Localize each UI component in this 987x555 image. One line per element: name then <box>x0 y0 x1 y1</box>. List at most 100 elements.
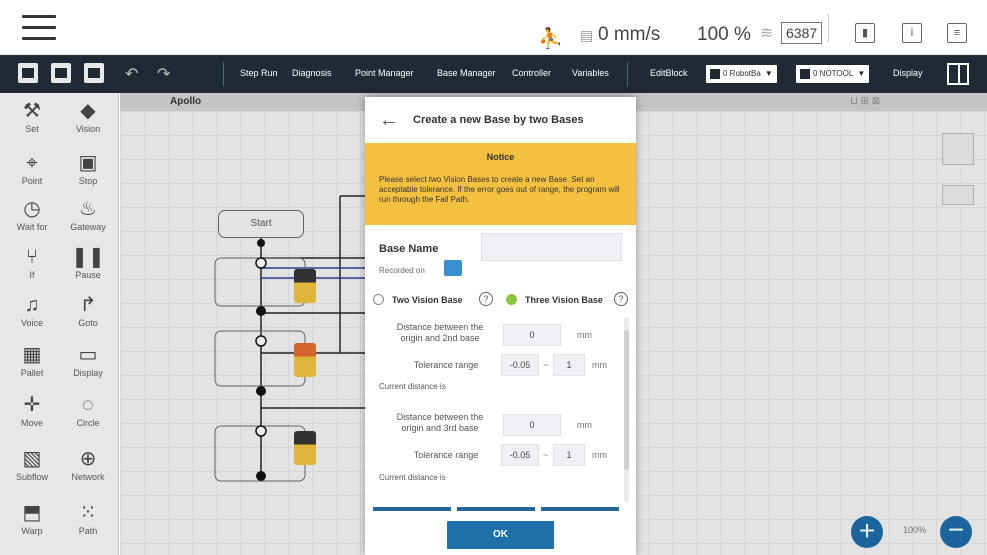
warp-icon: ⬒ <box>22 502 42 524</box>
tolerance-3rd-label: Tolerance range <box>413 450 479 460</box>
new-file-icon[interactable] <box>18 63 38 83</box>
palette-wait-for[interactable]: ◷ Wait for <box>4 197 60 243</box>
tool-select[interactable]: 0 NOTOOL ▼ <box>796 65 870 83</box>
dialog-header: ← Create a new Base by two Bases <box>365 97 636 143</box>
palette-point[interactable]: ⌖ Point <box>4 151 60 197</box>
tab-strip[interactable] <box>541 507 619 511</box>
robot-base-select[interactable]: 0 RobotBa ▼ <box>706 65 777 83</box>
point-icon: ⌖ <box>26 152 38 174</box>
palette-move[interactable]: ✛ Move <box>4 393 60 439</box>
base-name-label: Base Name <box>379 243 439 255</box>
dropdown-arrow-icon: ▼ <box>764 69 773 78</box>
dropdown-arrow-icon: ▼ <box>857 69 866 78</box>
palette-pallet[interactable]: ▦ Pallet <box>4 343 60 389</box>
base-name-input[interactable] <box>481 233 622 261</box>
range-separator: ~ <box>543 450 549 460</box>
open-file-icon[interactable] <box>51 63 71 83</box>
palette-path[interactable]: ⁙ Path <box>60 501 116 547</box>
palette-warp[interactable]: ⬒ Warp <box>4 501 60 547</box>
controller-button[interactable]: Controller <box>512 68 551 78</box>
tolerance-2nd-min-input[interactable]: -0.05 <box>501 354 539 376</box>
tolerance-2nd-label: Tolerance range <box>413 360 479 370</box>
undo-icon[interactable]: ↶ <box>125 64 138 84</box>
tolerance-3rd-unit: mm <box>592 450 607 460</box>
hamburger-menu-icon[interactable] <box>22 15 56 41</box>
distance-2nd-base-input[interactable]: 0 <box>503 324 561 346</box>
speed-percent-readout: 100 % <box>697 24 751 45</box>
pallet-icon: ▦ <box>22 344 42 366</box>
two-vision-base-label[interactable]: Two Vision Base <box>392 295 463 305</box>
back-arrow-icon[interactable]: ← <box>379 109 399 132</box>
toolbar-divider <box>223 62 224 86</box>
step-run-button[interactable]: Step Run <box>240 68 278 78</box>
point-manager-button[interactable]: Point Manager <box>355 68 414 78</box>
palette-set[interactable]: ⚒ Set <box>4 99 60 145</box>
top-status-bar: ⛹ ▤ 0 mm/s 100 % ≋ 6387 ▮ i ≡ <box>0 0 987 55</box>
tolerance-3rd-max-input[interactable]: 1 <box>553 444 585 466</box>
info-icon[interactable]: i <box>902 23 922 43</box>
distance-2nd-base-label: Distance between the origin and 2nd base <box>396 322 484 343</box>
tool-value: 0 NOTOOL <box>813 69 854 78</box>
palette-pause[interactable]: ❚❚ Pause <box>60 245 116 291</box>
tolerance-3rd-min-input[interactable]: -0.05 <box>501 444 539 466</box>
notice-title: Notice <box>486 152 515 162</box>
robot-base-value: 0 RobotBa <box>723 69 761 78</box>
base-icon <box>710 68 720 79</box>
palette-gateway[interactable]: ♨ Gateway <box>60 197 116 243</box>
tab-strip[interactable] <box>373 507 451 511</box>
range-separator: ~ <box>543 360 549 370</box>
distance-3rd-base-unit: mm <box>577 420 592 430</box>
network-icon: ⊕ <box>79 448 97 470</box>
display-icon: ▭ <box>78 344 98 366</box>
three-vision-base-radio[interactable] <box>506 294 517 305</box>
diagnosis-button[interactable]: Diagnosis <box>292 68 332 78</box>
ok-button[interactable]: OK <box>447 521 554 549</box>
base-manager-button[interactable]: Base Manager <box>437 68 496 78</box>
tab-strip[interactable] <box>457 507 535 511</box>
variables-button[interactable]: Variables <box>572 68 609 78</box>
counter-display: 6387 <box>781 22 823 44</box>
distance-2nd-base-unit: mm <box>577 330 592 340</box>
save-file-icon[interactable] <box>84 63 104 83</box>
tolerance-2nd-max-input[interactable]: 1 <box>553 354 585 376</box>
notice-body: Please select two Vision Bases to create… <box>379 175 620 204</box>
editblock-button[interactable]: EditBlock <box>650 68 688 78</box>
palette-if[interactable]: ⑂ If <box>4 245 60 291</box>
help-icon[interactable]: ? <box>479 292 493 306</box>
palette-goto[interactable]: ↱ Goto <box>60 293 116 339</box>
signal-icon: ≋ <box>760 25 774 42</box>
record-image-icon[interactable] <box>444 260 462 276</box>
two-vision-base-radio[interactable] <box>373 294 384 305</box>
distance-3rd-base-label: Distance between the origin and 3rd base <box>396 412 484 433</box>
display-button[interactable]: Display <box>893 68 923 78</box>
goto-icon: ↱ <box>79 294 97 316</box>
palette-vision[interactable]: ◆ Vision <box>60 99 116 145</box>
clock-icon: ◷ <box>23 198 41 220</box>
move-icon: ✛ <box>23 394 41 416</box>
palette-network[interactable]: ⊕ Network <box>60 447 116 493</box>
palette-voice[interactable]: ♫ Voice <box>4 293 60 339</box>
pause-icon: ❚❚ <box>71 246 105 268</box>
path-icon: ⁙ <box>79 502 97 524</box>
dialog-title: Create a new Base by two Bases <box>413 114 584 126</box>
current-distance-2nd: Current distance is <box>379 382 446 391</box>
create-base-dialog: ← Create a new Base by two Bases Notice … <box>365 97 636 555</box>
redo-icon[interactable]: ↷ <box>157 64 170 84</box>
palette-subflow[interactable]: ▧ Subflow <box>4 447 60 493</box>
log-icon[interactable]: ≡ <box>947 23 967 43</box>
main-toolbar: ↶ ↷ Step Run Diagnosis Point Manager Bas… <box>0 55 987 93</box>
tolerance-2nd-unit: mm <box>592 360 607 370</box>
palette-stop[interactable]: ▣ Stop <box>60 151 116 197</box>
help-icon[interactable]: ? <box>614 292 628 306</box>
wrench-icon: ⚒ <box>23 100 41 122</box>
battery-icon[interactable]: ▮ <box>855 23 875 43</box>
robot-status-icon: ⛹ <box>538 28 563 50</box>
notice-panel: Notice Please select two Vision Bases to… <box>365 143 636 225</box>
three-vision-base-label[interactable]: Three Vision Base <box>525 295 603 305</box>
distance-3rd-base-input[interactable]: 0 <box>503 414 561 436</box>
palette-circle[interactable]: ◌ Circle <box>60 393 116 439</box>
panel-toggle-icon[interactable] <box>947 63 969 85</box>
palette-display[interactable]: ▭ Display <box>60 343 116 389</box>
circle-icon: ◌ <box>82 394 94 416</box>
dialog-scrollbar-thumb[interactable] <box>624 330 629 470</box>
